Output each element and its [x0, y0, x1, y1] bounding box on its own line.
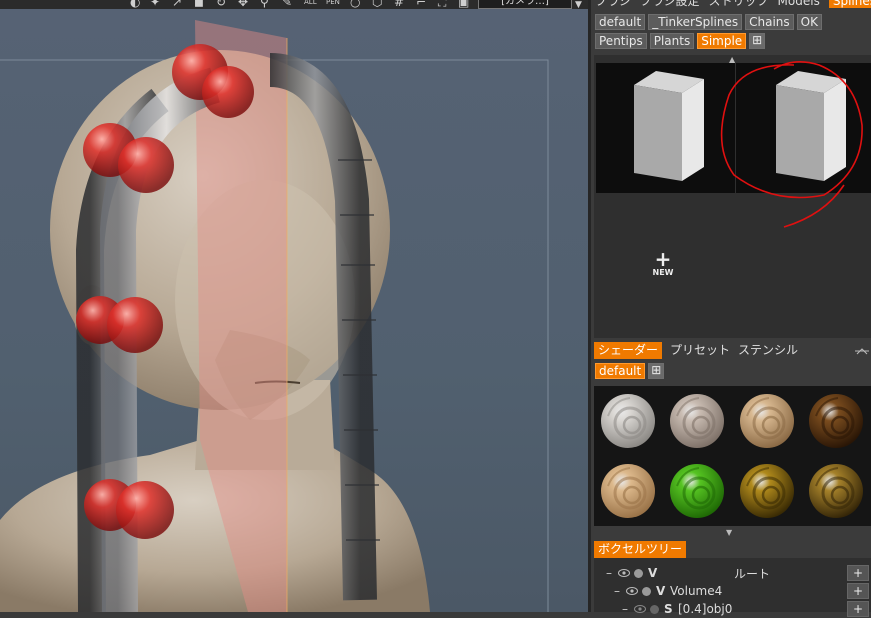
tab-models[interactable]: Models [778, 0, 820, 8]
camera-select[interactable]: [カメラ…] [478, 0, 572, 9]
category-default[interactable]: default [595, 14, 646, 30]
plus-icon: + [654, 247, 672, 271]
shader-ball-icon [670, 464, 725, 518]
add-category-icon[interactable]: ⊞ [749, 33, 766, 49]
category-plants[interactable]: Plants [649, 33, 695, 49]
stop-icon[interactable]: ◼ [194, 0, 204, 9]
shader-ball-gold-1[interactable] [733, 456, 802, 525]
eye-icon[interactable] [626, 587, 638, 595]
category-ok[interactable]: OK [796, 14, 822, 30]
tab-splines[interactable]: Splines [828, 0, 871, 8]
shader-ball-silver-1[interactable] [594, 386, 663, 455]
category-pentips[interactable]: Pentips [595, 33, 647, 49]
sculpt-scene [0, 20, 549, 612]
shader-category-default[interactable]: default [595, 363, 646, 379]
category-simple[interactable]: Simple [697, 33, 747, 49]
chevron-down-icon[interactable]: ▼ [575, 0, 582, 9]
collapse-icon[interactable]: – [606, 566, 612, 580]
add-layer-button[interactable]: + [847, 565, 869, 581]
shader-grid [594, 386, 871, 526]
collapse-icon[interactable]: – [614, 584, 620, 598]
zoom-icon[interactable]: ⚲ [260, 0, 269, 9]
category-tinkersplines[interactable]: _TinkerSplines [648, 14, 743, 30]
viewport-toolbar: ◐ ✦ ↗ ◼ ↻ ✥ ⚲ ✎ ALL PEN ○ ⬡ # ⌐ ⛶ ▣ [カメラ… [0, 0, 588, 9]
new-label: NEW [652, 268, 674, 277]
tree-item-name: [0.4]obj0 [678, 602, 733, 616]
tree-row-root[interactable]: – V ルート + [594, 564, 871, 582]
voxel-tree-tabs: ボクセルツリー [594, 541, 687, 558]
add-layer-button[interactable]: + [847, 583, 869, 599]
tab-voxel-tree[interactable]: ボクセルツリー [594, 541, 687, 558]
shader-ball-silver-2[interactable] [663, 386, 732, 455]
move-icon[interactable]: ✥ [238, 0, 248, 9]
tab-strip[interactable]: ストリップ [709, 0, 769, 8]
shader-category-list: default ⊞ [595, 363, 665, 379]
visibility-dot-icon[interactable] [650, 604, 659, 614]
visibility-dot-icon[interactable] [634, 568, 643, 578]
add-shader-category-icon[interactable]: ⊞ [648, 363, 665, 379]
tree-row-obj0[interactable]: – S [0.4]obj0 + [594, 600, 871, 618]
new-spline-button[interactable]: + NEW [644, 247, 682, 277]
collapse-icon[interactable]: – [622, 602, 628, 616]
circle-icon[interactable]: ○ [350, 0, 360, 9]
shader-ball-icon [808, 464, 863, 518]
tab-brush[interactable]: ブラシ [595, 0, 631, 8]
shader-ball-icon [601, 464, 655, 518]
frame-icon[interactable]: ⛶ [438, 0, 446, 9]
tab-shader[interactable]: シェーダー [594, 342, 663, 359]
spline-preset-area: ▲ + NEW [594, 55, 871, 338]
tree-row-volume4[interactable]: – V Volume4 + [594, 582, 871, 600]
display-icon[interactable]: ◐ [130, 0, 140, 9]
voxel-tree: – V ルート + – V Volume4 + – S [0.4]obj0 + [594, 558, 871, 617]
shader-ball-green[interactable] [663, 456, 732, 525]
voxel-mode-label: S [664, 602, 673, 616]
tab-brush-settings[interactable]: ブラシ設定 [640, 0, 700, 8]
shader-ball-tan-1[interactable] [733, 386, 802, 455]
shader-ball-icon [739, 394, 794, 448]
shader-tabs: シェーダー プリセット ステンシル [594, 342, 798, 359]
shader-ball-bronze[interactable] [802, 386, 871, 455]
pen-icon[interactable]: ✎ [282, 0, 292, 9]
shader-ball-icon [808, 394, 863, 448]
grid-icon[interactable]: # [394, 0, 404, 9]
3d-viewport[interactable]: ◐ ✦ ↗ ◼ ↻ ✥ ⚲ ✎ ALL PEN ○ ⬡ # ⌐ ⛶ ▣ [カメラ… [0, 0, 588, 612]
shader-ball-icon [670, 394, 725, 448]
cube-icon[interactable]: ⬡ [372, 0, 382, 9]
spline-category-list: default _TinkerSplines Chains OK Pentips… [595, 14, 871, 49]
voxel-mode-label: V [656, 584, 666, 598]
panel-collapse-icon[interactable] [855, 346, 869, 356]
all-icon[interactable]: ALL [304, 0, 317, 9]
shader-ball-icon [601, 394, 655, 448]
shader-ball-gold-2[interactable] [802, 456, 871, 525]
tree-item-name: Volume4 [670, 584, 723, 598]
add-layer-button[interactable]: + [847, 601, 869, 617]
screen-icon[interactable]: ▣ [458, 0, 469, 9]
visibility-dot-icon[interactable] [642, 586, 651, 596]
shader-ball-tan-2[interactable] [594, 456, 663, 525]
scroll-down-icon[interactable]: ▼ [726, 528, 732, 537]
shader-ball-icon [739, 464, 794, 518]
lamp-icon[interactable]: ✦ [150, 0, 160, 9]
annotation-circle-icon [720, 61, 863, 228]
arrow-icon[interactable]: ↗ [172, 0, 182, 9]
tab-preset[interactable]: プリセット [670, 342, 730, 359]
voxel-mode-label: V [648, 566, 658, 580]
tree-item-name: ルート [734, 566, 771, 581]
category-chains[interactable]: Chains [745, 14, 794, 30]
rotate-icon[interactable]: ↻ [216, 0, 226, 9]
axis-icon[interactable]: ⌐ [416, 0, 426, 9]
tab-stencil[interactable]: ステンシル [738, 342, 798, 359]
pen-text-icon[interactable]: PEN [326, 0, 340, 9]
brush-tabs: ブラシ ブラシ設定 ストリップ Models Splines [595, 0, 871, 8]
right-panel: ブラシ ブラシ設定 ストリップ Models Splines default _… [588, 0, 871, 617]
eye-icon[interactable] [618, 569, 630, 577]
